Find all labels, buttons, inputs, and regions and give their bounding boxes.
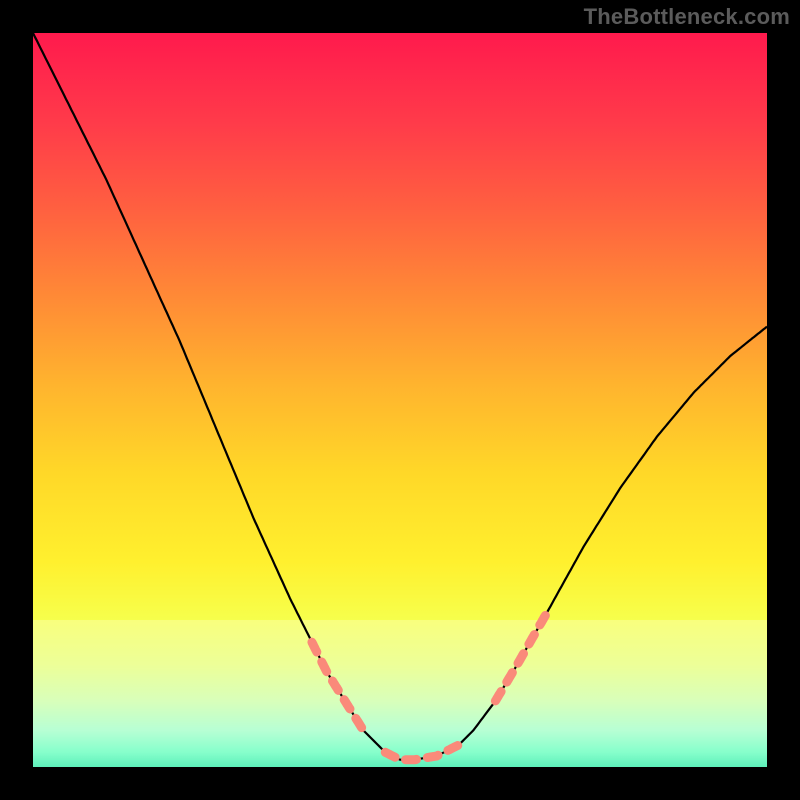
- right-segment: [495, 613, 546, 701]
- plot-area: [33, 33, 767, 767]
- chart-svg: [33, 33, 767, 767]
- watermark-text: TheBottleneck.com: [584, 4, 790, 30]
- chart-frame: TheBottleneck.com: [0, 0, 800, 800]
- left-segment: [312, 642, 363, 730]
- main-curve: [33, 33, 767, 760]
